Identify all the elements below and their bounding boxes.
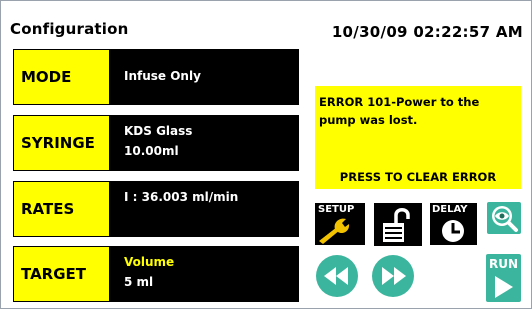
setup-button[interactable]: SETUP [315,203,365,245]
syringe-label: SYRINGE [14,116,109,170]
datetime-display: 10/30/09 02:22:57 AM [331,23,523,41]
syringe-size: 10.00ml [124,144,179,158]
lock-button[interactable] [374,203,422,246]
target-row[interactable]: TARGET Volume 5 ml [13,246,299,302]
clear-error-prompt: PRESS TO CLEAR ERROR [339,170,497,184]
target-value-panel: Volume 5 ml [109,247,298,301]
mode-value: Infuse Only [124,69,201,83]
error-message: ERROR 101-Power to the pump was lost. [319,95,480,127]
rewind-icon [316,255,358,297]
target-amount: 5 ml [124,275,154,289]
clock-icon [442,220,464,242]
rates-value-panel: I : 36.003 ml/min [109,182,298,236]
page-title: Configuration [10,20,129,38]
infuse-rate: I : 36.003 ml/min [124,190,239,204]
mode-label: MODE [14,50,109,104]
configuration-screen: Configuration 10/30/09 02:22:57 AM MODE … [0,0,532,309]
rates-label: RATES [14,182,109,236]
wrench-icon [319,218,350,244]
fast-forward-button[interactable] [371,254,415,298]
mode-row[interactable]: MODE Infuse Only [13,49,299,105]
unlock-icon [383,208,410,242]
syringe-type: KDS Glass [124,124,193,138]
mode-value-panel: Infuse Only [109,50,298,104]
target-type: Volume [124,255,175,269]
eye-search-icon [492,206,518,232]
play-icon [495,276,513,298]
target-label: TARGET [14,247,109,301]
error-panel[interactable]: ERROR 101-Power to the pump was lost. PR… [315,86,521,189]
run-button[interactable]: RUN [486,254,521,302]
syringe-row[interactable]: SYRINGE KDS Glass 10.00ml [13,115,299,171]
monitor-button[interactable] [487,202,521,234]
syringe-value-panel: KDS Glass 10.00ml [109,116,298,170]
rates-row[interactable]: RATES I : 36.003 ml/min [13,181,299,237]
delay-button[interactable]: DELAY [430,203,477,245]
fast-forward-icon [372,255,414,297]
rewind-button[interactable] [315,254,359,298]
